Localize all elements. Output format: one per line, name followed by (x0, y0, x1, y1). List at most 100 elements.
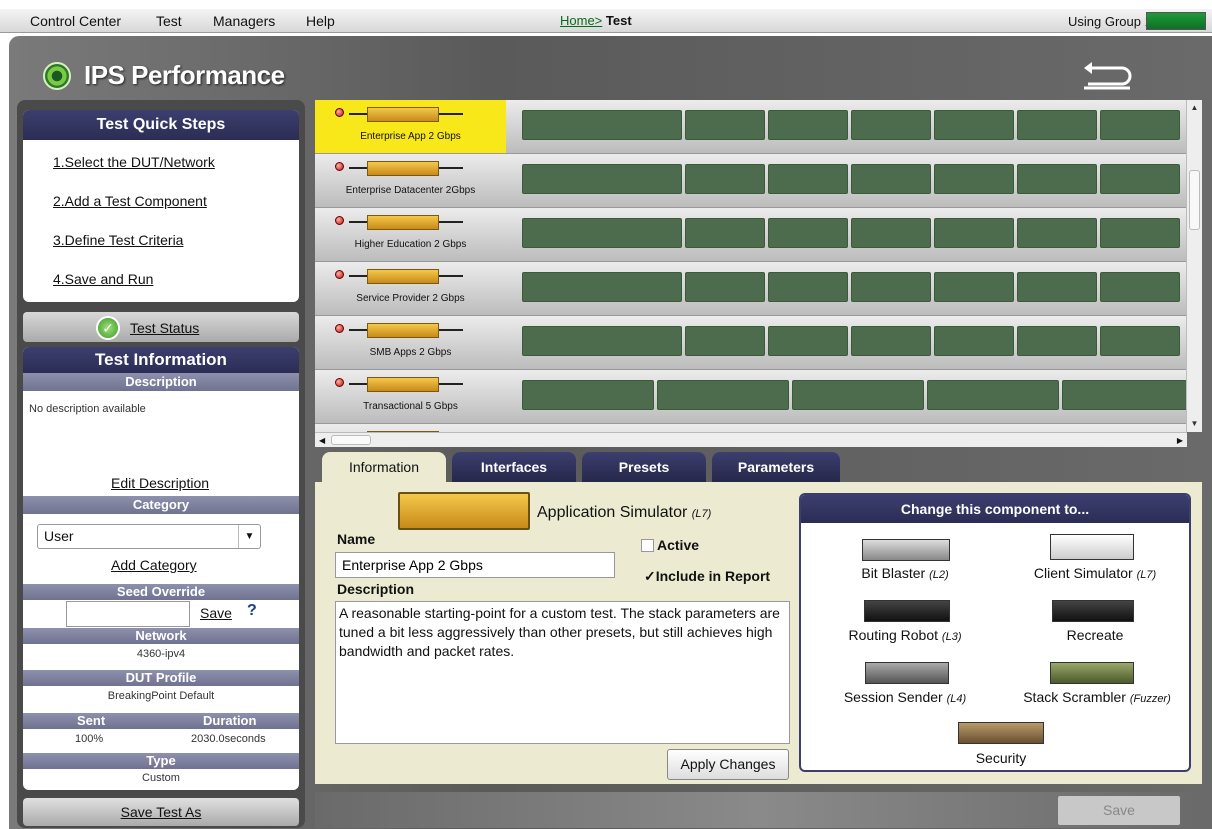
component-row[interactable]: Higher Education 2 Gbps (315, 208, 1187, 262)
component-slot[interactable] (851, 218, 931, 248)
tab-presets[interactable]: Presets (582, 452, 706, 482)
active-checkbox-row[interactable]: Active (641, 537, 699, 553)
menu-help[interactable]: Help (306, 13, 335, 29)
component-slot[interactable] (851, 164, 931, 194)
stack-scrambler-image[interactable] (1050, 662, 1134, 684)
component-slot[interactable] (1017, 218, 1097, 248)
component-slot[interactable] (792, 380, 924, 410)
component-slot[interactable] (522, 272, 682, 302)
component-row[interactable]: Transactional 5 Gbps (315, 370, 1187, 424)
tab-information[interactable]: Information (322, 452, 446, 482)
component-slot[interactable] (1017, 164, 1097, 194)
component-row-head[interactable]: SMB Apps 2 Gbps (315, 316, 506, 369)
component-slot[interactable] (768, 164, 848, 194)
menu-managers[interactable]: Managers (213, 13, 275, 29)
component-slot[interactable] (685, 110, 765, 140)
scroll-up-arrow-icon[interactable]: ▲ (1187, 100, 1202, 116)
change-to-client-simulator[interactable]: Client Simulator (L7) (1010, 565, 1180, 581)
save-button[interactable]: Save (1058, 796, 1180, 825)
component-slot[interactable] (685, 164, 765, 194)
scroll-down-arrow-icon[interactable]: ▼ (1187, 416, 1202, 432)
edit-description-link[interactable]: Edit Description (111, 475, 209, 491)
group-indicator[interactable] (1146, 12, 1206, 30)
tab-parameters[interactable]: Parameters (712, 452, 840, 482)
component-slot[interactable] (768, 326, 848, 356)
component-row-head[interactable]: Enterprise Datacenter 2Gbps (315, 154, 506, 207)
quick-step-save-run[interactable]: 4.Save and Run (53, 271, 153, 287)
session-sender-image[interactable] (865, 662, 949, 684)
recreate-image[interactable] (1052, 600, 1134, 622)
component-slot[interactable] (934, 272, 1014, 302)
change-to-session-sender[interactable]: Session Sender (L4) (820, 689, 990, 705)
component-slot[interactable] (934, 218, 1014, 248)
back-arrow-icon[interactable] (1078, 58, 1136, 92)
component-name-input[interactable] (335, 552, 615, 578)
quick-step-add-component[interactable]: 2.Add a Test Component (53, 193, 207, 209)
save-test-as-bar[interactable]: Save Test As (23, 798, 299, 826)
component-slot[interactable] (1100, 272, 1180, 302)
component-slot[interactable] (934, 326, 1014, 356)
component-slot[interactable] (1062, 380, 1187, 410)
change-to-stack-scrambler[interactable]: Stack Scrambler (Fuzzer) (1012, 689, 1182, 705)
change-to-bit-blaster[interactable]: Bit Blaster (L2) (820, 565, 990, 581)
test-status-link[interactable]: Test Status (130, 320, 199, 336)
component-row-head[interactable]: Enterprise App 2 Gbps (315, 100, 506, 153)
active-checkbox[interactable] (641, 539, 654, 552)
help-icon[interactable]: ? (247, 602, 257, 620)
component-slot[interactable] (934, 110, 1014, 140)
seed-override-input[interactable] (66, 601, 190, 627)
vertical-scroll-thumb[interactable] (1189, 170, 1200, 230)
category-select[interactable]: User ▼ (37, 524, 261, 549)
component-row[interactable]: Enterprise App 2 Gbps (315, 100, 1187, 154)
save-test-as-link[interactable]: Save Test As (23, 804, 299, 820)
component-slot[interactable] (934, 164, 1014, 194)
component-slot[interactable] (1100, 164, 1180, 194)
component-slot[interactable] (522, 218, 682, 248)
component-row-head[interactable] (315, 424, 506, 432)
component-slot[interactable] (685, 326, 765, 356)
component-slot[interactable] (522, 380, 654, 410)
component-slot[interactable] (927, 380, 1059, 410)
breadcrumb-home-link[interactable]: Home> (560, 13, 602, 28)
security-image[interactable] (958, 722, 1044, 744)
component-row-head[interactable]: Higher Education 2 Gbps (315, 208, 506, 261)
horizontal-scroll-thumb[interactable] (331, 435, 371, 445)
component-slot[interactable] (768, 272, 848, 302)
component-row[interactable]: Service Provider 2 Gbps (315, 262, 1187, 316)
component-slot[interactable] (1017, 110, 1097, 140)
component-slot[interactable] (522, 326, 682, 356)
horizontal-scrollbar[interactable]: ◀ ▶ (315, 432, 1187, 447)
apply-changes-button[interactable]: Apply Changes (667, 749, 789, 780)
component-slot[interactable] (522, 110, 682, 140)
scroll-left-arrow-icon[interactable]: ◀ (319, 433, 325, 448)
component-slot[interactable] (768, 110, 848, 140)
component-slot[interactable] (522, 164, 682, 194)
change-to-routing-robot[interactable]: Routing Robot (L3) (820, 627, 990, 643)
client-simulator-image[interactable] (1050, 534, 1134, 560)
component-slot[interactable] (685, 218, 765, 248)
component-row-head[interactable]: Transactional 5 Gbps (315, 370, 506, 423)
quick-step-define-criteria[interactable]: 3.Define Test Criteria (53, 232, 183, 248)
description-textarea[interactable]: A reasonable starting-point for a custom… (335, 601, 790, 744)
component-slot[interactable] (657, 380, 789, 410)
component-row-head[interactable]: Service Provider 2 Gbps (315, 262, 506, 315)
vertical-scrollbar[interactable]: ▲ ▼ (1186, 100, 1202, 432)
component-row[interactable]: Enterprise Datacenter 2Gbps (315, 154, 1187, 208)
change-to-recreate[interactable]: Recreate (1010, 627, 1180, 643)
component-slot[interactable] (851, 326, 931, 356)
component-slot[interactable] (1100, 110, 1180, 140)
component-slot[interactable] (1100, 218, 1180, 248)
component-slot[interactable] (1100, 326, 1180, 356)
bit-blaster-image[interactable] (862, 539, 950, 561)
menu-test[interactable]: Test (156, 13, 182, 29)
component-slot[interactable] (768, 218, 848, 248)
menu-control-center[interactable]: Control Center (30, 13, 121, 29)
chevron-down-icon[interactable]: ▼ (238, 525, 260, 548)
component-slot[interactable] (1017, 326, 1097, 356)
component-row[interactable]: SMB Apps 2 Gbps (315, 316, 1187, 370)
include-report-checkbox-row[interactable]: ✓Include in Report (644, 568, 770, 585)
component-row[interactable] (315, 424, 1187, 432)
component-slot[interactable] (851, 272, 931, 302)
tab-interfaces[interactable]: Interfaces (452, 452, 576, 482)
include-report-checkmark-icon[interactable]: ✓ (644, 568, 656, 584)
